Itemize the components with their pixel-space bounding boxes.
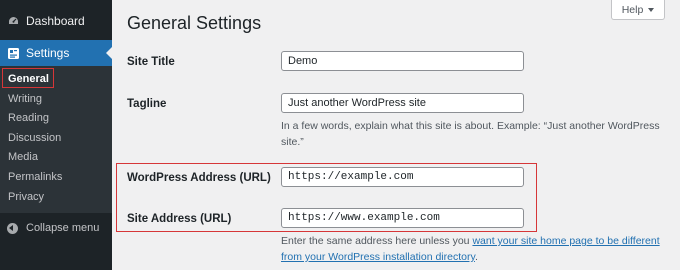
tagline-input[interactable]: Just another WordPress site [281,93,524,113]
caret-down-icon [648,7,655,12]
menu-dashboard-label: Dashboard [26,14,85,28]
tagline-description: In a few words, explain what this site i… [281,118,661,150]
collapse-menu-button[interactable]: Collapse menu [0,213,112,243]
collapse-arrow-icon [7,222,18,234]
site-address-input[interactable]: https://www.example.com [281,208,524,228]
tagline-label: Tagline [127,98,167,110]
help-label: Help [621,3,644,16]
admin-sidebar: Dashboard Settings General Writing Readi… [0,0,112,270]
site-address-desc-suffix: . [474,251,478,263]
site-address-desc-prefix: Enter the same address here unless you [281,235,473,247]
submenu-privacy[interactable]: Privacy [0,188,112,208]
submenu-writing[interactable]: Writing [0,90,112,110]
collapse-menu-label: Collapse menu [26,222,100,235]
submenu-reading[interactable]: Reading [0,109,112,129]
submenu-media[interactable]: Media [0,148,112,168]
home-page-different-link-line1[interactable]: want your site home page to be different [472,235,659,247]
site-title-label: Site Title [127,56,175,68]
tagline-description-line2: site.” [281,136,304,148]
site-title-input[interactable]: Demo [281,51,524,71]
menu-settings[interactable]: Settings [0,40,112,66]
submenu-discussion[interactable]: Discussion [0,129,112,149]
submenu-permalinks[interactable]: Permalinks [0,168,112,188]
page-title: General Settings [127,13,262,33]
wp-address-input[interactable]: https://example.com [281,167,524,187]
site-address-label: Site Address (URL) [127,213,232,225]
home-page-different-link-line2[interactable]: from your WordPress installation directo… [281,251,475,263]
menu-settings-label: Settings [26,46,70,60]
help-tab-button[interactable]: Help [611,0,665,20]
settings-sliders-icon [8,47,19,59]
tagline-description-line1: In a few words, explain what this site i… [281,120,660,132]
wp-address-label: WordPress Address (URL) [127,172,271,184]
general-highlight-box [2,68,54,88]
menu-dashboard[interactable]: Dashboard [0,0,112,40]
settings-submenu: General Writing Reading Discussion Media… [0,66,112,214]
dashboard-icon [8,16,19,27]
site-address-description: Enter the same address here unless you w… [281,233,661,265]
